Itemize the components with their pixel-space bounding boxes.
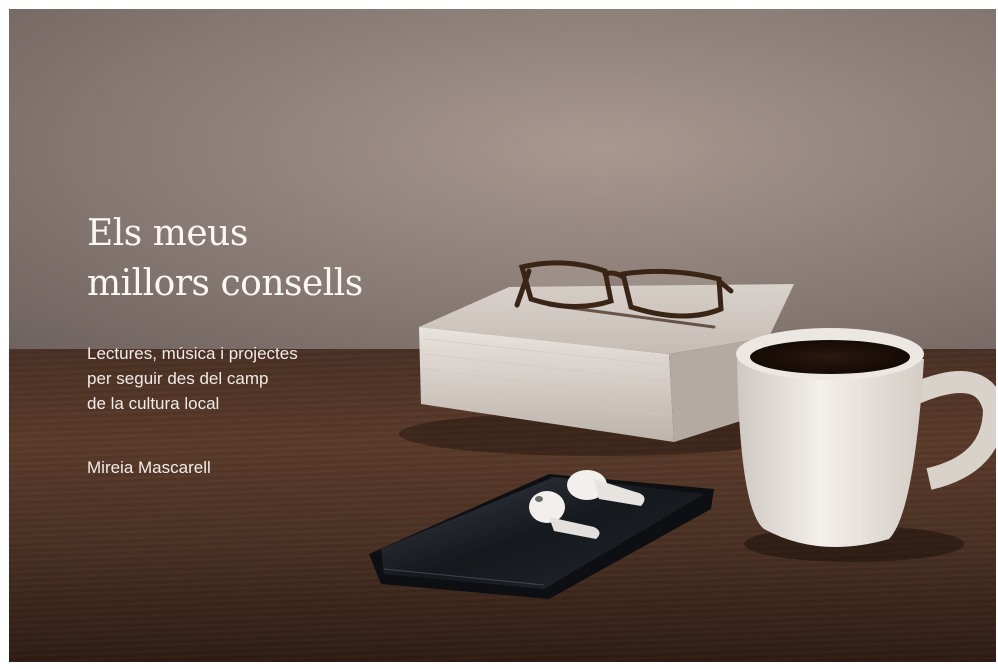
coffee-mug — [736, 328, 996, 547]
cover-frame: Els meus millors consells Lectures, músi… — [0, 0, 998, 669]
cover-subtitle-line-3: de la cultura local — [87, 394, 220, 413]
cover-subtitle: Lectures, música i projectes per seguir … — [87, 341, 407, 416]
cover-subtitle-line-2: per seguir des del camp — [87, 369, 269, 388]
cover-title: Els meus millors consells — [87, 209, 427, 309]
cover-author: Mireia Mascarell — [87, 458, 211, 477]
cover-subtitle-line-1: Lectures, música i projectes — [87, 344, 298, 363]
cover-title-line-1: Els meus — [87, 213, 248, 254]
cover-title-line-2: millors consells — [87, 263, 363, 304]
still-life-illustration — [369, 260, 996, 599]
cover-photo: Els meus millors consells Lectures, músi… — [9, 9, 996, 662]
